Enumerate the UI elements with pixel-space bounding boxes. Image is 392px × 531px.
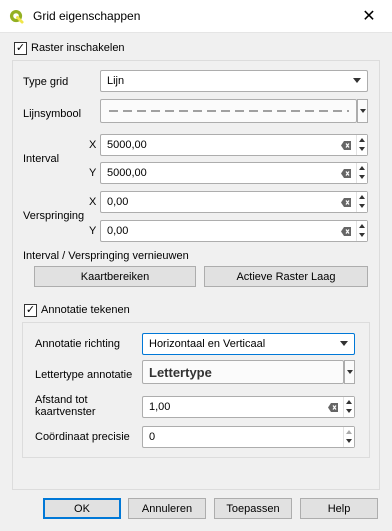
help-button[interactable]: Help — [300, 498, 378, 519]
offset-y-value: 0,00 — [107, 225, 129, 237]
line-symbol-dropdown[interactable] — [357, 99, 368, 123]
arrow-down-icon — [359, 204, 365, 208]
distance-label-line2: kaartvenster — [35, 406, 96, 418]
interval-y-value: 5000,00 — [107, 167, 147, 179]
offset-x-axis-label: X — [89, 196, 97, 208]
ok-button[interactable]: OK — [43, 498, 121, 519]
window-title: Grid eigenschappen — [33, 9, 141, 23]
line-symbol-label: Lijnsymbool — [23, 108, 82, 120]
type-grid-select[interactable]: Lijn — [100, 70, 368, 92]
qgis-logo-icon — [9, 9, 24, 24]
annotation-font-label: Lettertype annotatie — [35, 369, 133, 381]
clear-icon[interactable] — [341, 198, 351, 207]
chevron-down-icon — [359, 109, 366, 113]
close-button[interactable]: ✕ — [346, 0, 392, 32]
arrow-up-icon — [359, 138, 365, 142]
precision-label: Coördinaat precisie — [35, 431, 130, 443]
interval-x-input[interactable]: 5000,00 — [100, 134, 368, 156]
distance-stepper[interactable] — [343, 397, 354, 417]
annotation-checkbox[interactable]: ✓ — [24, 304, 37, 317]
arrow-down-icon — [359, 233, 365, 237]
annotation-font-dropdown[interactable] — [344, 360, 355, 384]
raster-enable-checkbox[interactable]: ✓ — [14, 42, 27, 55]
chevron-down-icon — [353, 78, 361, 83]
offset-x-stepper[interactable] — [356, 192, 367, 212]
arrow-up-icon — [359, 195, 365, 199]
chevron-down-icon — [346, 370, 353, 374]
precision-value: 0 — [149, 431, 156, 443]
arrow-up-icon — [346, 400, 352, 404]
arrow-up-icon — [359, 166, 365, 170]
line-symbol-button[interactable] — [100, 99, 357, 123]
distance-value: 1,00 — [149, 401, 171, 413]
offset-y-stepper[interactable] — [356, 221, 367, 241]
clear-icon[interactable] — [341, 169, 351, 178]
distance-label-line1: Afstand tot — [35, 394, 88, 406]
active-raster-layer-button[interactable]: Actieve Raster Laag — [204, 266, 368, 287]
annotation-direction-select[interactable]: Horizontaal en Verticaal — [142, 333, 355, 355]
arrow-up-icon — [346, 430, 352, 434]
type-grid-value: Lijn — [107, 75, 125, 87]
arrow-down-icon — [346, 409, 352, 413]
interval-x-value: 5000,00 — [107, 139, 147, 151]
precision-input[interactable]: 0 — [142, 426, 355, 448]
raster-enable-label: Raster inschakelen — [31, 42, 125, 54]
precision-stepper[interactable] — [343, 427, 354, 447]
dashed-line-preview-icon — [109, 110, 349, 112]
offset-x-input[interactable]: 0,00 — [100, 191, 368, 213]
checkmark-icon: ✓ — [15, 42, 26, 54]
offset-y-input[interactable]: 0,00 — [100, 220, 368, 242]
arrow-up-icon — [359, 224, 365, 228]
offset-y-axis-label: Y — [89, 225, 97, 237]
title-bar: Grid eigenschappen ✕ — [0, 0, 392, 33]
cancel-button[interactable]: Annuleren — [128, 498, 206, 519]
distance-input[interactable]: 1,00 — [142, 396, 355, 418]
offset-label: Verspringing — [23, 210, 85, 222]
annotation-direction-value: Horizontaal en Verticaal — [149, 338, 266, 350]
interval-x-stepper[interactable] — [356, 135, 367, 155]
offset-x-value: 0,00 — [107, 196, 129, 208]
annotation-direction-label: Annotatie richting — [35, 338, 120, 350]
checkmark-icon: ✓ — [25, 304, 36, 316]
annotation-font-button[interactable]: Lettertype — [142, 360, 344, 384]
arrow-down-icon — [346, 439, 352, 443]
clear-icon[interactable] — [328, 403, 338, 412]
interval-y-axis-label: Y — [89, 167, 97, 179]
interval-label: Interval — [23, 153, 60, 165]
interval-y-stepper[interactable] — [356, 163, 367, 183]
refresh-label: Interval / Verspringing vernieuwen — [23, 250, 189, 262]
chevron-down-icon — [340, 341, 348, 346]
annotation-label: Annotatie tekenen — [41, 304, 130, 316]
clear-icon[interactable] — [341, 141, 351, 150]
arrow-down-icon — [359, 147, 365, 151]
interval-y-input[interactable]: 5000,00 — [100, 162, 368, 184]
close-icon: ✕ — [362, 8, 376, 25]
clear-icon[interactable] — [341, 227, 351, 236]
arrow-down-icon — [359, 175, 365, 179]
map-extent-button[interactable]: Kaartbereiken — [34, 266, 196, 287]
apply-button[interactable]: Toepassen — [214, 498, 292, 519]
type-grid-label: Type grid — [23, 76, 69, 88]
interval-x-axis-label: X — [89, 139, 97, 151]
